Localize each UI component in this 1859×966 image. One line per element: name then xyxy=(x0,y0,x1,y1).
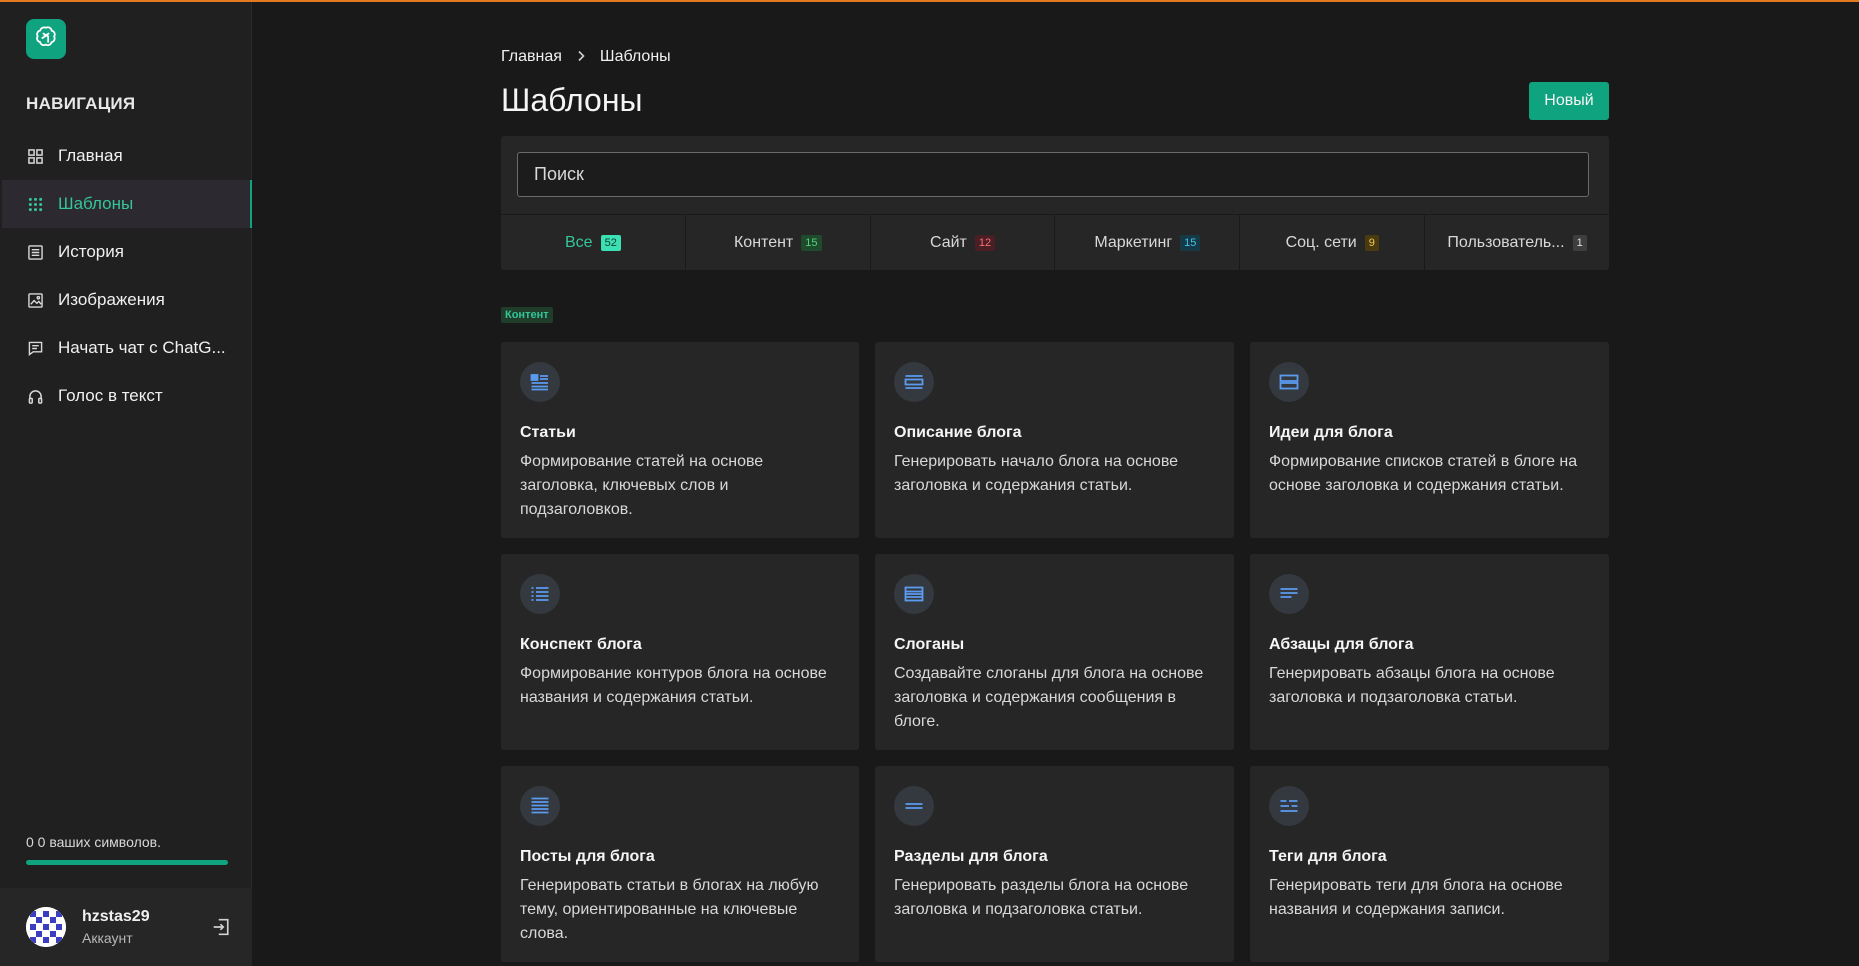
sidebar-item-label: Главная xyxy=(58,146,123,165)
user-info: hzstas29 Аккаунт xyxy=(82,908,150,946)
chat-icon xyxy=(26,339,44,357)
sections-icon xyxy=(894,786,934,826)
sidebar-item-images[interactable]: Изображения xyxy=(2,276,252,324)
card-title: Конспект блога xyxy=(520,636,642,653)
card-title: Описание блога xyxy=(894,424,1022,441)
count-badge: 12 xyxy=(974,234,996,251)
card-description: Формирование статей на основе заголовка,… xyxy=(520,453,764,518)
tab-label: Контент xyxy=(733,233,794,251)
sidebar-item-templates[interactable]: Шаблоны xyxy=(2,180,252,228)
card-title: Слоганы xyxy=(894,636,965,653)
count-badge: 15 xyxy=(801,234,822,251)
top-accent-line xyxy=(0,0,1859,2)
card-description: Формирование списков статей в блоге на о… xyxy=(1269,453,1578,494)
avatar[interactable] xyxy=(26,907,66,947)
sidebar-nav: Главная Шаблоны История Изображения Нача… xyxy=(2,132,252,420)
user-account-label: Аккаунт xyxy=(82,930,133,946)
tab-social[interactable]: Соц. сети 9 xyxy=(1240,215,1426,270)
tab-label: Пользователь... xyxy=(1447,233,1565,251)
dots-grid-icon xyxy=(26,195,44,213)
paragraph-icon xyxy=(1269,574,1309,614)
template-card[interactable]: Идеи для блога Формирование списков стат… xyxy=(1250,342,1609,538)
article-icon xyxy=(520,362,560,402)
tags-icon xyxy=(1269,786,1309,826)
template-card[interactable]: Описание блога Генерировать начало блога… xyxy=(875,342,1234,538)
template-card[interactable]: Конспект блога Формирование контуров бло… xyxy=(501,554,859,750)
list-icon xyxy=(26,243,44,261)
breadcrumb: Главная Шаблоны xyxy=(501,48,671,66)
breadcrumb-current: Шаблоны xyxy=(599,48,671,65)
template-card[interactable]: Посты для блога Генерировать статьи в бл… xyxy=(501,766,859,962)
tab-label: Все xyxy=(565,233,593,251)
bullet-list-icon xyxy=(520,574,560,614)
card-title: Идеи для блога xyxy=(1269,424,1393,441)
count-badge: 52 xyxy=(600,234,621,251)
new-template-button[interactable]: Новый xyxy=(1529,82,1609,120)
tab-all[interactable]: Все 52 xyxy=(501,215,686,270)
tab-content[interactable]: Контент 15 xyxy=(686,215,871,270)
card-title: Абзацы для блога xyxy=(1269,636,1414,653)
logout-icon[interactable] xyxy=(212,918,230,936)
card-description: Генерировать теги для блога на основе на… xyxy=(1269,877,1563,918)
image-icon xyxy=(26,291,44,309)
sidebar-item-home[interactable]: Главная xyxy=(2,132,252,180)
template-card[interactable]: Статьи Формирование статей на основе заг… xyxy=(501,342,859,538)
grid-icon xyxy=(26,147,44,165)
card-description: Генерировать начало блога на основе заго… xyxy=(894,453,1179,494)
card-title: Разделы для блога xyxy=(894,848,1048,865)
breadcrumb-home[interactable]: Главная xyxy=(501,48,562,66)
tab-label: Соц. сети xyxy=(1285,233,1357,251)
nav-title: НАВИГАЦИЯ xyxy=(26,94,136,113)
credits-text: 0 0 ваших символов. xyxy=(26,834,162,850)
user-name: hzstas29 xyxy=(82,908,150,925)
count-badge: 9 xyxy=(1364,234,1379,251)
card-description: Генерировать статьи в блогах на любую те… xyxy=(520,877,819,942)
category-tabs: Все 52 Контент 15 Сайт 12 Маркетинг 15 С… xyxy=(501,214,1609,270)
sidebar-item-label: Изображения xyxy=(58,290,165,309)
tab-label: Маркетинг xyxy=(1094,233,1173,251)
card-description: Формирование контуров блога на основе на… xyxy=(520,665,827,706)
app-logo[interactable] xyxy=(26,19,66,59)
template-grid: Статьи Формирование статей на основе заг… xyxy=(501,342,1609,962)
posts-icon xyxy=(520,786,560,826)
search-input[interactable] xyxy=(517,152,1589,197)
credits-progress-bar xyxy=(26,860,228,865)
sidebar-item-label: Начать чат с ChatG... xyxy=(58,338,226,357)
sidebar-item-voice[interactable]: Голос в текст xyxy=(2,372,252,420)
card-description: Генерировать разделы блога на основе заг… xyxy=(894,877,1189,918)
tab-marketing[interactable]: Маркетинг 15 xyxy=(1055,215,1241,270)
filter-panel: Все 52 Контент 15 Сайт 12 Маркетинг 15 С… xyxy=(501,136,1609,270)
slogans-icon xyxy=(894,574,934,614)
sidebar: НАВИГАЦИЯ Главная Шаблоны История Изобра… xyxy=(0,2,252,966)
tab-site[interactable]: Сайт 12 xyxy=(871,215,1056,270)
blog-ideas-icon xyxy=(1269,362,1309,402)
tab-label: Сайт xyxy=(929,233,967,251)
card-title: Статьи xyxy=(520,424,576,441)
chevron-right-icon xyxy=(576,49,586,65)
count-badge: 1 xyxy=(1572,234,1587,251)
card-description: Генерировать абзацы блога на основе заго… xyxy=(1269,665,1555,706)
template-card[interactable]: Слоганы Создавайте слоганы для блога на … xyxy=(875,554,1234,750)
template-card[interactable]: Теги для блога Генерировать теги для бло… xyxy=(1250,766,1609,962)
blog-description-icon xyxy=(894,362,934,402)
sidebar-item-label: Шаблоны xyxy=(58,194,134,213)
template-card[interactable]: Абзацы для блога Генерировать абзацы бло… xyxy=(1250,554,1609,750)
card-title: Посты для блога xyxy=(520,848,655,865)
sidebar-item-label: Голос в текст xyxy=(58,386,163,405)
template-card[interactable]: Разделы для блога Генерировать разделы б… xyxy=(875,766,1234,962)
user-account[interactable]: hzstas29 Аккаунт xyxy=(0,888,252,966)
sidebar-item-history[interactable]: История xyxy=(2,228,252,276)
page-title: Шаблоны xyxy=(501,82,643,118)
section-tag: Контент xyxy=(501,307,553,323)
tab-custom[interactable]: Пользователь... 1 xyxy=(1425,215,1609,270)
sidebar-item-chat[interactable]: Начать чат с ChatG... xyxy=(2,324,252,372)
sidebar-item-label: История xyxy=(58,242,124,261)
openai-logo-icon xyxy=(33,24,59,55)
card-title: Теги для блога xyxy=(1269,848,1387,865)
count-badge: 15 xyxy=(1180,234,1201,251)
card-description: Создавайте слоганы для блога на основе з… xyxy=(894,665,1204,730)
headphones-icon xyxy=(26,387,44,405)
